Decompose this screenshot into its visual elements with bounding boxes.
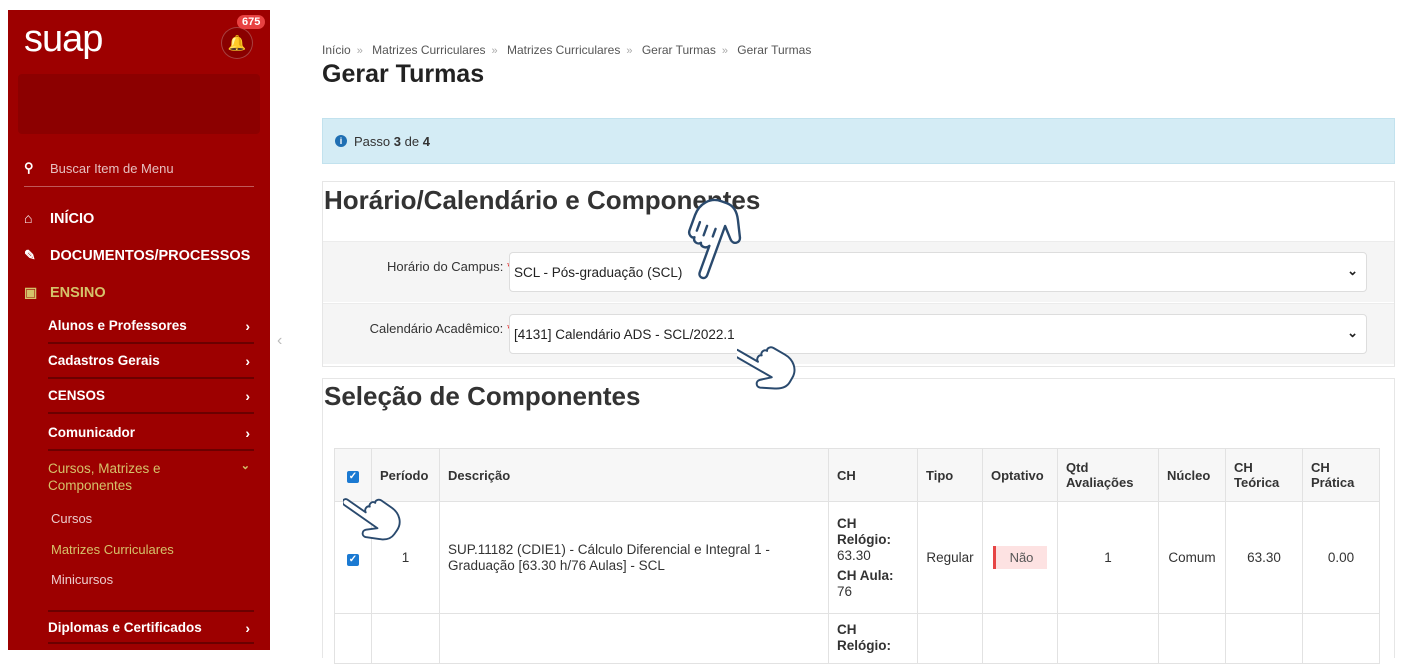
- sidebar-item-documentos[interactable]: ✎ DOCUMENTOS/PROCESSOS: [24, 247, 250, 264]
- search-icon: ⚲: [24, 160, 34, 175]
- chevron-right-icon: ›: [245, 425, 250, 441]
- chevron-right-icon: ›: [245, 620, 250, 636]
- breadcrumb: Início» Matrizes Curriculares» Matrizes …: [322, 43, 812, 57]
- user-profile-box[interactable]: [18, 74, 260, 134]
- calendario-row: Calendário Acadêmico: * [4131] Calendári…: [323, 303, 1394, 364]
- selecao-componentes-panel: Seleção de Componentes ✓ Período Descriç…: [322, 378, 1395, 664]
- sidebar-item-label: Comunicador: [48, 425, 136, 440]
- notification-badge[interactable]: 675: [237, 15, 266, 29]
- sidebar-item-label: DOCUMENTOS/PROCESSOS: [50, 248, 251, 264]
- optativo-badge: Não: [992, 546, 1048, 569]
- chevron-down-icon: ⌄: [1347, 325, 1358, 340]
- breadcrumb-link[interactable]: Matrizes Curriculares: [507, 43, 620, 57]
- sidebar-item-label: Alunos e Professores: [48, 318, 187, 333]
- column-header[interactable]: Descrição: [439, 448, 829, 502]
- sidebar-item-cursos-matrizes[interactable]: Cursos, Matrizes e Componentes ⌄: [48, 452, 254, 500]
- column-header[interactable]: CH Teórica: [1225, 448, 1303, 502]
- ch-cell: CH Relógio:: [828, 613, 918, 664]
- pointing-hand-icon: [737, 346, 796, 390]
- breadcrumb-link[interactable]: Gerar Turmas: [642, 43, 716, 57]
- sidebar-item-label: Cursos, Matrizes e Componentes: [48, 461, 161, 493]
- chevron-right-icon: ›: [245, 388, 250, 404]
- chevron-right-icon: ›: [245, 318, 250, 334]
- column-header[interactable]: CH Prática: [1302, 448, 1380, 502]
- ch-teorica-cell: 63.30: [1225, 501, 1303, 614]
- table-row[interactable]: ✓ 1 SUP.11182 (CDIE1) - Cálculo Diferenc…: [334, 501, 1380, 614]
- ch-pratica-cell: 0.00: [1302, 501, 1380, 614]
- menu-search[interactable]: ⚲ Buscar Item de Menu: [24, 160, 254, 187]
- componentes-table: ✓ Período Descrição CH Tipo Optativo Qtd…: [334, 448, 1380, 664]
- horario-select[interactable]: SCL - Pós-graduação (SCL) ⌄: [509, 252, 1367, 292]
- page-title: Gerar Turmas: [322, 60, 485, 88]
- horario-label: Horário do Campus: *: [386, 259, 512, 274]
- calendario-label: Calendário Acadêmico: *: [369, 321, 512, 336]
- step-text: Passo 3 de 4: [354, 134, 430, 149]
- sidebar-item-alunos[interactable]: Alunos e Professores ›: [48, 310, 254, 344]
- info-icon: i: [335, 135, 347, 147]
- sidebar-item-ensino[interactable]: ▣ ENSINO: [24, 284, 106, 301]
- qtd-avaliacoes-cell: 1: [1057, 501, 1159, 614]
- section-title: Seleção de Componentes: [324, 381, 641, 411]
- table-row[interactable]: CH Relógio:: [334, 613, 1380, 664]
- sidebar-item-label: Cadastros Gerais: [48, 353, 160, 368]
- bell-icon[interactable]: 🔔: [221, 27, 253, 59]
- pointing-hand-icon: [687, 198, 742, 280]
- home-icon: ⌂: [24, 210, 33, 226]
- column-header[interactable]: Tipo: [917, 448, 983, 502]
- calendario-select[interactable]: [4131] Calendário ADS - SCL/2022.1 ⌄: [509, 314, 1367, 354]
- horario-row: Horário do Campus: * SCL - Pós-graduação…: [323, 241, 1394, 302]
- document-edit-icon: ✎: [24, 247, 36, 263]
- chevron-right-icon: ›: [245, 353, 250, 369]
- sidebar-item-comunicador[interactable]: Comunicador ›: [48, 417, 254, 451]
- suap-logo[interactable]: suap: [24, 18, 103, 61]
- nucleo-cell: Comum: [1158, 501, 1226, 614]
- column-header[interactable]: Optativo: [982, 448, 1058, 502]
- ch-cell: CH Relógio: 63.30 CH Aula: 76: [828, 501, 918, 614]
- sidebar-item-label: INÍCIO: [50, 211, 95, 227]
- sidebar-item-inicio[interactable]: ⌂ INÍCIO: [24, 210, 94, 227]
- sidebar-item-cursos[interactable]: Cursos: [51, 511, 92, 526]
- tipo-cell: Regular: [917, 501, 983, 614]
- sidebar-item-matrizes[interactable]: Matrizes Curriculares: [51, 542, 174, 557]
- column-header[interactable]: Qtd Avaliações: [1057, 448, 1159, 502]
- row-checkbox[interactable]: ✓: [347, 553, 359, 566]
- chevron-down-icon: ⌄: [1347, 263, 1358, 278]
- breadcrumb-link[interactable]: Matrizes Curriculares: [372, 43, 485, 57]
- chevron-down-icon: ⌄: [240, 460, 250, 472]
- horario-calendario-panel: Horário/Calendário e Componentes Horário…: [322, 181, 1395, 367]
- menu-search-input[interactable]: Buscar Item de Menu: [50, 161, 174, 176]
- sidebar-item-diplomas[interactable]: Diplomas e Certificados ›: [48, 610, 254, 644]
- teacher-icon: ▣: [24, 284, 38, 300]
- step-info-box: i Passo 3 de 4: [322, 118, 1395, 164]
- descricao-cell: SUP.11182 (CDIE1) - Cálculo Diferencial …: [439, 501, 829, 614]
- pointing-hand-icon: [343, 498, 401, 541]
- sidebar-item-minicursos[interactable]: Minicursos: [51, 572, 113, 587]
- collapse-sidebar-icon[interactable]: ‹: [277, 332, 282, 350]
- sidebar-item-label: ENSINO: [50, 285, 106, 301]
- column-header[interactable]: CH: [828, 448, 918, 502]
- breadcrumb-link[interactable]: Início: [322, 43, 351, 57]
- sidebar-item-censos[interactable]: CENSOS ›: [48, 380, 254, 414]
- breadcrumb-current: Gerar Turmas: [737, 43, 812, 57]
- optativo-cell: Não: [982, 501, 1058, 614]
- sidebar-item-label: Diplomas e Certificados: [48, 620, 202, 635]
- sidebar-item-label: CENSOS: [48, 388, 106, 403]
- sidebar-item-cadastros[interactable]: Cadastros Gerais ›: [48, 345, 254, 379]
- sidebar: suap 🔔 675 ⚲ Buscar Item de Menu ⌂ INÍCIO…: [8, 10, 270, 650]
- column-header[interactable]: Núcleo: [1158, 448, 1226, 502]
